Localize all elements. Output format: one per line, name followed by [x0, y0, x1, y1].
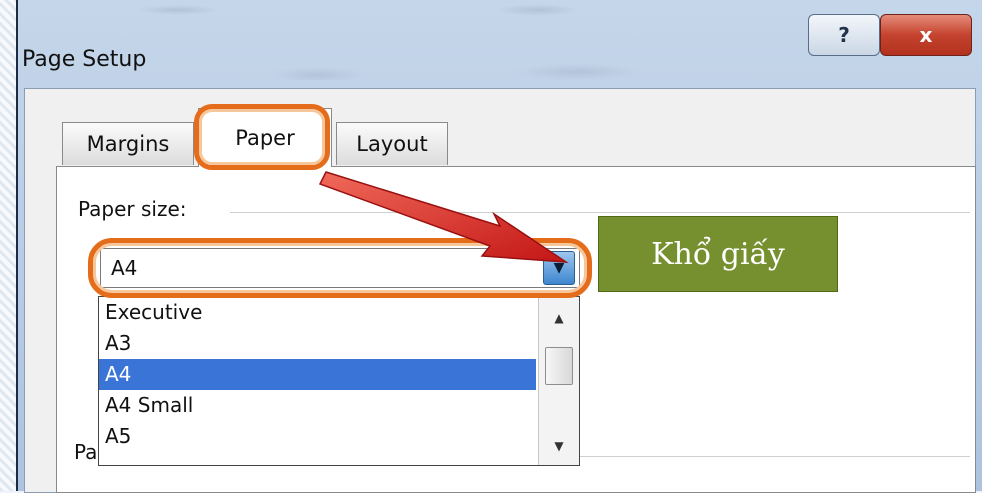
- paper-size-label: Paper size:: [78, 197, 187, 221]
- list-item[interactable]: Executive: [99, 297, 536, 328]
- list-item[interactable]: A5: [99, 421, 536, 452]
- scroll-up-arrow-icon[interactable]: ▲: [539, 303, 579, 333]
- combo-highlight: [88, 238, 592, 298]
- scroll-down-arrow-icon[interactable]: ▼: [539, 431, 579, 461]
- tab-margins[interactable]: Margins: [62, 122, 194, 165]
- list-item[interactable]: A3: [99, 328, 536, 359]
- list-item[interactable]: A4 Small: [99, 390, 536, 421]
- scrollbar[interactable]: ▲ ▼: [538, 297, 579, 465]
- close-button[interactable]: x: [880, 14, 972, 56]
- paper-size-dropdown-list[interactable]: Executive A3 A4 A4 Small A5 ▲ ▼: [98, 296, 580, 466]
- left-decorative-strip: [0, 0, 16, 491]
- tab-paper-highlight: [194, 104, 330, 170]
- section-divider: [230, 212, 970, 213]
- scroll-thumb[interactable]: [545, 347, 573, 385]
- list-item-selected[interactable]: A4: [99, 359, 536, 390]
- tab-layout[interactable]: Layout: [336, 122, 448, 165]
- background-blur: [58, 0, 758, 80]
- partial-section-label: Pa: [74, 440, 98, 464]
- help-button[interactable]: ?: [808, 14, 880, 56]
- dialog-title: Page Setup: [22, 47, 147, 72]
- section-divider: [580, 456, 970, 457]
- annotation-callout: Khổ giấy: [598, 216, 838, 292]
